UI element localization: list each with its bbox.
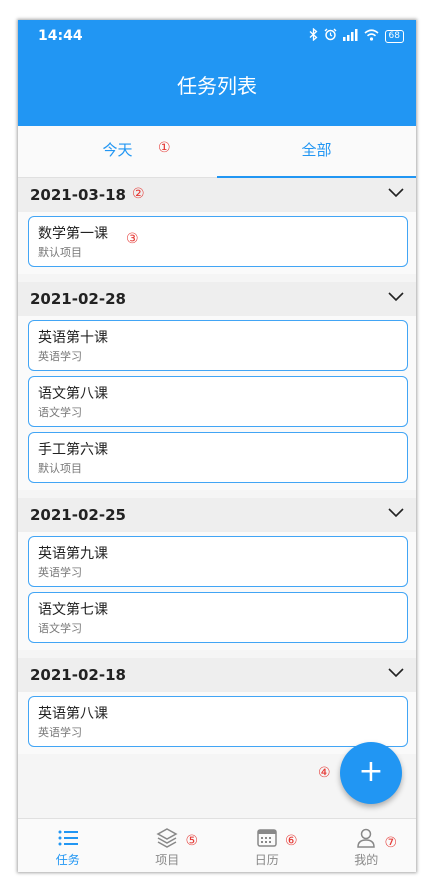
signal-icon	[342, 28, 358, 44]
person-icon	[357, 828, 376, 848]
chevron-down-icon[interactable]	[388, 187, 404, 199]
group-gap	[18, 274, 416, 282]
task-title: 语文第七课	[38, 602, 108, 618]
calendar-icon	[257, 829, 277, 847]
task-title: 数学第一课	[38, 226, 108, 242]
nav-label: 我的	[354, 853, 379, 867]
task-project: 默认项目	[38, 462, 82, 475]
phone-screen: 14:44 68 任务列表 今天 全部 ① 2021-03-18 ② 数学第一课…	[18, 20, 416, 872]
task-title: 手工第六课	[38, 442, 108, 458]
nav-item-projects[interactable]: 项目 ⑤	[118, 819, 218, 872]
date-group-header[interactable]: 2021-03-18 ②	[18, 178, 416, 212]
chevron-down-icon[interactable]	[388, 667, 404, 679]
page-title: 任务列表	[177, 74, 257, 98]
task-card[interactable]: 手工第六课 默认项目	[28, 432, 408, 483]
task-project: 语文学习	[38, 406, 82, 419]
group-body: 英语第九课 英语学习 语文第七课 语文学习	[18, 532, 416, 650]
date-group-header[interactable]: 2021-02-25	[18, 498, 416, 532]
nav-label: 任务	[55, 853, 80, 867]
task-card[interactable]: 数学第一课 默认项目 ③	[28, 216, 408, 267]
task-card[interactable]: 语文第七课 语文学习	[28, 592, 408, 643]
alarm-icon	[324, 28, 337, 44]
tab-today[interactable]: 今天	[18, 126, 217, 178]
date-group-header[interactable]: 2021-02-18	[18, 658, 416, 692]
bluetooth-icon	[309, 27, 318, 44]
task-card[interactable]: 英语第十课 英语学习	[28, 320, 408, 371]
annotation-7: ⑦	[384, 835, 398, 851]
task-project: 英语学习	[38, 566, 82, 579]
task-title: 英语第八课	[38, 706, 108, 722]
status-time: 14:44	[38, 28, 83, 44]
group-date: 2021-03-18	[30, 186, 126, 204]
group-body: 数学第一课 默认项目 ③	[18, 212, 416, 274]
nav-item-me[interactable]: 我的 ⑦	[317, 819, 417, 872]
annotation-5: ⑤	[185, 833, 199, 849]
task-card[interactable]: 英语第八课 英语学习	[28, 696, 408, 747]
nav-item-calendar[interactable]: 日历 ⑥	[217, 819, 317, 872]
task-title: 语文第八课	[38, 386, 108, 402]
group-gap	[18, 490, 416, 498]
battery-icon: 68	[384, 29, 404, 43]
nav-label: 项目	[155, 853, 180, 867]
annotation-3: ③	[126, 231, 139, 247]
add-task-button[interactable]: +	[340, 742, 402, 804]
app-bar: 14:44 68 任务列表	[18, 20, 416, 126]
annotation-4: ④	[318, 765, 331, 781]
task-list: 2021-03-18 ② 数学第一课 默认项目 ③ 2021-02-28 英语第…	[18, 178, 416, 754]
group-date: 2021-02-25	[30, 506, 126, 524]
annotation-6: ⑥	[285, 833, 298, 849]
tab-bar: 今天 全部 ①	[18, 126, 416, 178]
task-card[interactable]: 语文第八课 语文学习	[28, 376, 408, 427]
wifi-icon	[364, 28, 379, 44]
task-card[interactable]: 英语第九课 英语学习	[28, 536, 408, 587]
chevron-down-icon[interactable]	[388, 507, 404, 519]
group-date: 2021-02-28	[30, 290, 126, 308]
task-project: 默认项目	[38, 246, 82, 259]
group-body: 英语第十课 英语学习 语文第八课 语文学习 手工第六课 默认项目	[18, 316, 416, 490]
task-title: 英语第九课	[38, 546, 108, 562]
task-project: 英语学习	[38, 350, 82, 363]
annotation-1: ①	[158, 140, 171, 156]
group-date: 2021-02-18	[30, 666, 126, 684]
status-icons: 68	[309, 27, 404, 44]
status-bar: 14:44 68	[18, 20, 416, 52]
tab-all[interactable]: 全部	[217, 126, 416, 178]
bottom-navigation: 任务 项目 ⑤ 日历 ⑥ 我的 ⑦	[18, 818, 416, 872]
date-group-header[interactable]: 2021-02-28	[18, 282, 416, 316]
group-gap	[18, 650, 416, 658]
nav-item-tasks[interactable]: 任务	[18, 819, 118, 872]
annotation-2: ②	[132, 186, 145, 202]
chevron-down-icon[interactable]	[388, 291, 404, 303]
task-title: 英语第十课	[38, 330, 108, 346]
layers-icon	[156, 828, 178, 848]
list-icon	[58, 830, 78, 846]
task-project: 英语学习	[38, 726, 82, 739]
nav-label: 日历	[254, 853, 279, 867]
task-project: 语文学习	[38, 622, 82, 635]
